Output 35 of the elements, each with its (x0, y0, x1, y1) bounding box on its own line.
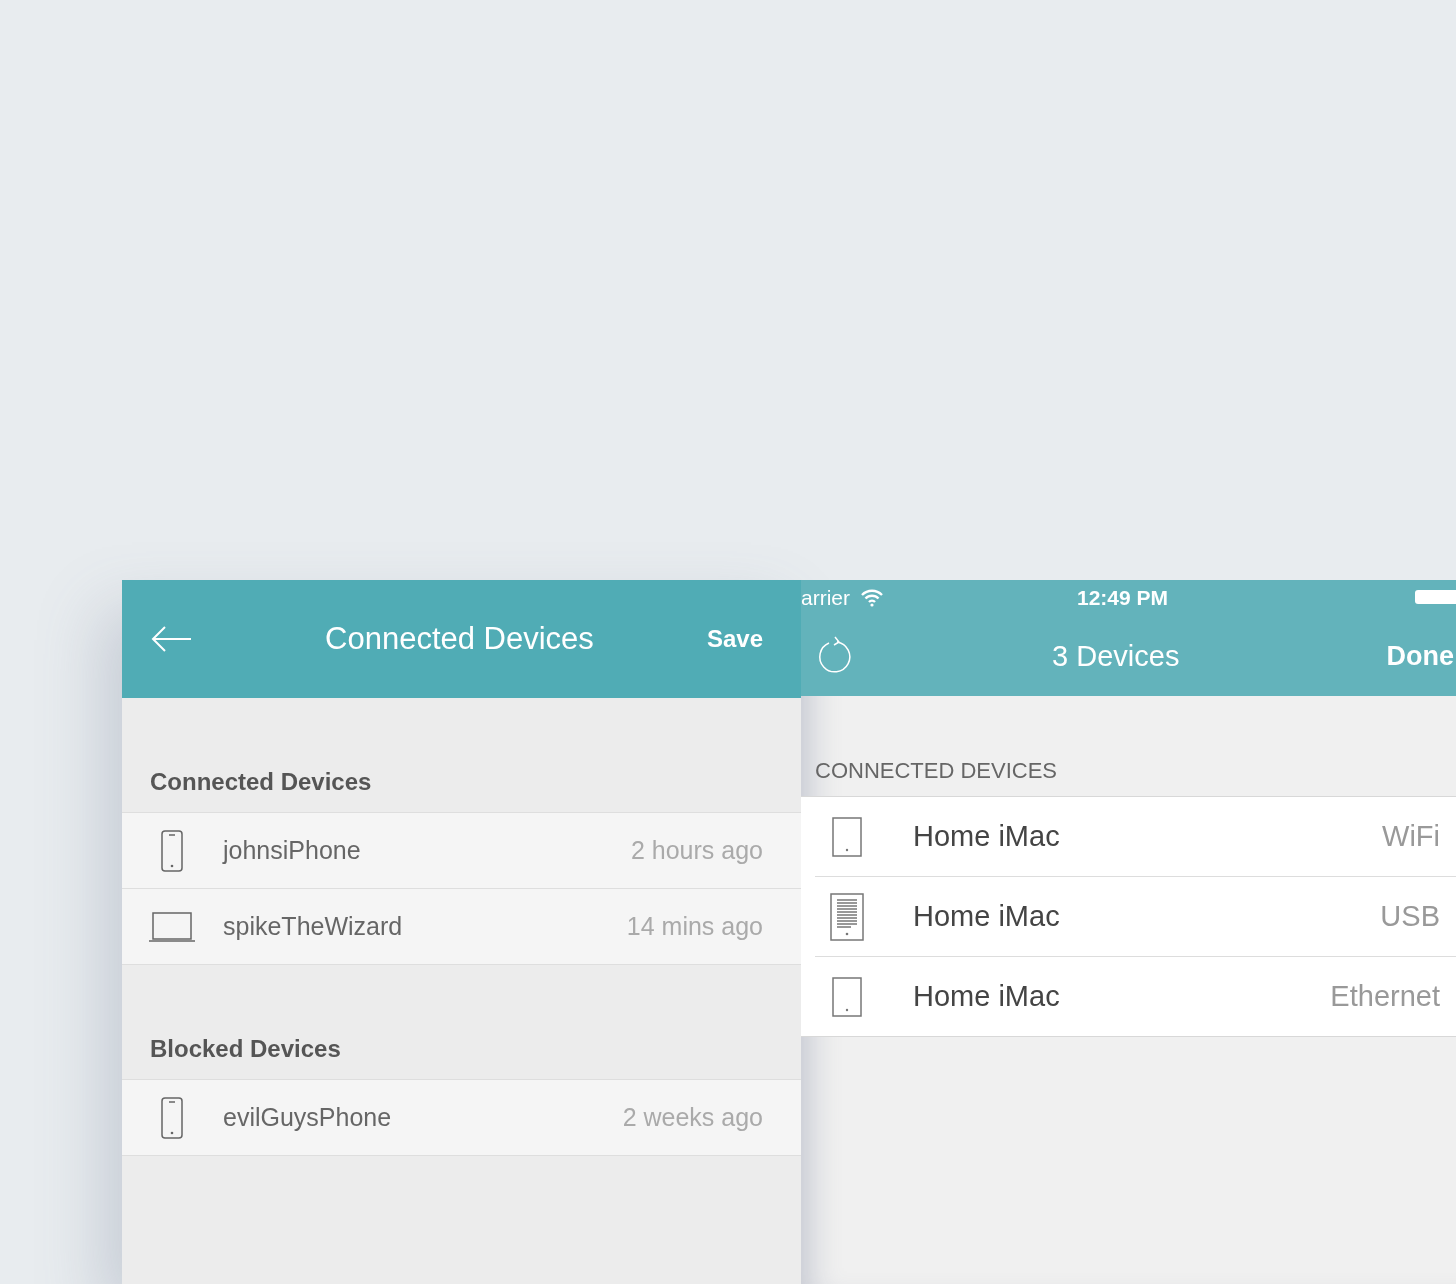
section-header: CONNECTED DEVICES (814, 757, 1059, 785)
laptop-icon (149, 911, 195, 942)
device-name: evilGuysPhone (223, 1103, 393, 1132)
phone-icon (161, 1096, 183, 1139)
device-name: spikeTheWizard (223, 912, 404, 941)
device-row[interactable]: evilGuysPhone 2 weeks ago (122, 1079, 801, 1155)
section-header: Blocked Devices (149, 1034, 342, 1064)
device-row[interactable]: spikeTheWizard 14 mins ago (122, 888, 801, 964)
wifi-icon (860, 589, 884, 607)
last-seen-time: 14 mins ago (626, 912, 763, 941)
device-row[interactable]: johnsiPhone 2 hours ago (122, 812, 801, 888)
save-button[interactable]: Save (706, 625, 763, 653)
section-header: Connected Devices (149, 767, 373, 797)
connection-type: Ethernet (1330, 980, 1440, 1013)
connection-type: USB (1380, 900, 1440, 933)
last-seen-time: 2 hours ago (630, 836, 763, 865)
device-row[interactable]: Home iMac Ethernet (815, 956, 1456, 1036)
device-name: johnsiPhone (223, 836, 362, 865)
ereader-icon (830, 892, 864, 941)
tablet-icon (832, 816, 862, 857)
screen-title: 3 Devices (1051, 639, 1181, 673)
battery-icon (1415, 590, 1456, 604)
tablet-icon (832, 976, 862, 1017)
device-row[interactable]: Home iMac USB (815, 876, 1456, 956)
last-seen-time: 2 weeks ago (622, 1103, 763, 1132)
device-name: Home iMac (913, 980, 1061, 1013)
screen-title: Connected Devices (324, 621, 595, 657)
connection-type: WiFi (1382, 820, 1440, 853)
device-row[interactable]: Home iMac WiFi (815, 797, 1456, 876)
carrier-label: arrier (801, 586, 850, 610)
device-name: Home iMac (913, 820, 1061, 853)
phone-icon (161, 829, 183, 872)
back-arrow-icon[interactable] (150, 624, 192, 654)
device-name: Home iMac (913, 900, 1061, 933)
status-time: 12:49 PM (1077, 586, 1169, 610)
